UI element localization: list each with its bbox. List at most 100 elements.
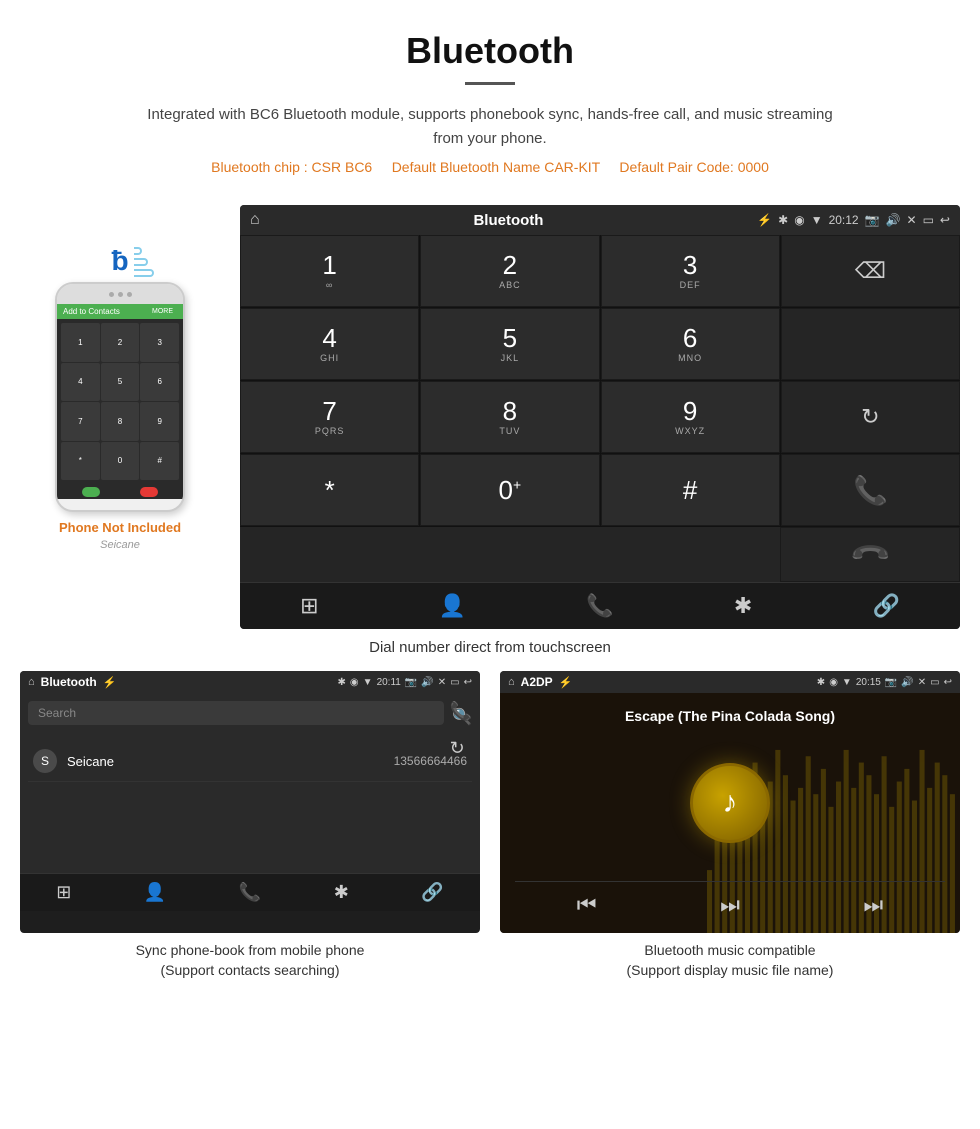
mu-time: 20:15 [856, 677, 881, 688]
phone-dialer: 1 2 3 4 5 6 7 8 9 * 0 # [57, 319, 183, 484]
pb-screen-title: Bluetooth [41, 675, 97, 689]
play-pause-button[interactable]: ⏭ [720, 892, 740, 918]
phone-screen: Add to Contacts MORE 1 2 3 4 5 6 7 8 9 *… [57, 304, 183, 499]
wave-line-2 [134, 258, 148, 266]
volume-icon: 🔊 [886, 213, 901, 227]
dialer-key: * [61, 442, 100, 481]
dialer-key-9[interactable]: 9 WXYZ [601, 381, 780, 453]
dialer-key-hash[interactable]: # [601, 454, 780, 526]
dialer-key: 3 [140, 323, 179, 362]
dialer-key-star[interactable]: * [240, 454, 419, 526]
bottom-screens: ⌂ Bluetooth ⚡ ✱ ◉ ▼ 20:11 📷 🔊 ✕ ▭ ↩ [0, 671, 980, 1005]
pb-camera-icon: 📷 [405, 677, 417, 688]
usb-icon: ⚡ [757, 213, 772, 227]
phone-screen-header: Add to Contacts MORE [57, 304, 183, 319]
dialer-key: 7 [61, 402, 100, 441]
dialer-key-5[interactable]: 5 JKL [420, 308, 599, 380]
page-description: Integrated with BC6 Bluetooth module, su… [140, 103, 840, 151]
dialer-empty-1 [781, 308, 960, 380]
dialer-refresh[interactable]: ↻ [781, 381, 960, 453]
dialer-key: 6 [140, 363, 179, 402]
music-controls: ⏮ ⏭ ⏭ [515, 881, 945, 918]
dialer-key-4[interactable]: 4 GHI [240, 308, 419, 380]
contact-row[interactable]: S Seicane 13566664466 [28, 741, 472, 782]
toolbar-grid-icon[interactable]: ⊞ [300, 593, 318, 619]
pb-bt-icon: ✱ [338, 677, 346, 688]
phone-end-button [140, 487, 158, 497]
backspace-icon: ⌫ [855, 258, 886, 284]
hangup-icon: 📞 [848, 532, 893, 577]
music-note-icon: ♪ [723, 786, 738, 820]
dialer-key: 2 [101, 323, 140, 362]
pb-back-icon[interactable]: ↩ [464, 677, 472, 688]
toolbar-bluetooth-icon[interactable]: ✱ [734, 593, 752, 619]
phonebook-caption: Sync phone-book from mobile phone (Suppo… [20, 933, 480, 985]
mu-close-icon[interactable]: ✕ [918, 677, 926, 688]
dialer-key-2[interactable]: 2 ABC [420, 235, 599, 307]
search-placeholder: Search [38, 706, 76, 720]
mu-screen-title: A2DP [521, 675, 553, 689]
spec-chip: Bluetooth chip : CSR BC6 [211, 159, 372, 175]
pb-close-icon[interactable]: ✕ [438, 677, 446, 688]
pb-statusbar-left: ⌂ Bluetooth ⚡ [28, 675, 116, 689]
dialer-backspace[interactable]: ⌫ [781, 235, 960, 307]
dialer-call-button[interactable]: 📞 [781, 454, 960, 526]
phone-side-icon[interactable]: 📞 [450, 701, 472, 722]
phone-top-bar [57, 284, 183, 304]
pb-win-icon[interactable]: ▭ [450, 677, 459, 688]
mu-home-icon[interactable]: ⌂ [508, 676, 515, 688]
mu-gps-icon: ◉ [829, 677, 838, 688]
toolbar-link-icon[interactable]: 🔗 [872, 593, 899, 619]
page-title: Bluetooth [20, 30, 960, 72]
music-statusbar: ⌂ A2DP ⚡ ✱ ◉ ▼ 20:15 📷 🔊 ✕ ▭ ↩ [500, 671, 960, 693]
pb-toolbar-bt[interactable]: ✱ [334, 882, 349, 903]
time-display: 20:12 [829, 213, 859, 227]
home-icon[interactable]: ⌂ [250, 211, 260, 229]
dialer-key-3[interactable]: 3 DEF [601, 235, 780, 307]
spec-pair: Default Pair Code: 0000 [619, 159, 768, 175]
music-body: Escape (The Pina Colada Song) ♪ [500, 693, 960, 933]
back-icon[interactable]: ↩ [940, 213, 950, 227]
refresh-side-icon[interactable]: ↻ [450, 738, 472, 759]
car-screen-main: ⌂ Bluetooth ⚡ ✱ ◉ ▼ 20:12 📷 🔊 ✕ ▭ ↩ 1 ∞ [240, 205, 960, 629]
page-header: Bluetooth Integrated with BC6 Bluetooth … [0, 0, 980, 205]
pb-toolbar-contacts[interactable]: 👤 [144, 882, 166, 903]
pb-toolbar-grid[interactable]: ⊞ [56, 882, 71, 903]
refresh-icon: ↻ [861, 404, 879, 430]
dialer-key-7[interactable]: 7 PQRS [240, 381, 419, 453]
bluetooth-signal: ƀ [111, 245, 128, 277]
phone-dot [109, 292, 114, 297]
mu-signal-icon: ▼ [842, 677, 852, 688]
bt-waves [134, 247, 154, 277]
toolbar-contacts-icon[interactable]: 👤 [439, 593, 466, 619]
dialer-key-1[interactable]: 1 ∞ [240, 235, 419, 307]
camera-icon: 📷 [865, 213, 880, 227]
bluetooth-icon: ƀ [111, 245, 128, 276]
pb-toolbar-phone[interactable]: 📞 [239, 882, 261, 903]
dialer-key-8[interactable]: 8 TUV [420, 381, 599, 453]
music-caption: Bluetooth music compatible (Support disp… [500, 933, 960, 985]
mu-back-icon[interactable]: ↩ [944, 677, 952, 688]
right-side-icons: 📞 ↻ [450, 701, 472, 759]
search-bar[interactable]: Search [28, 701, 444, 725]
next-button[interactable]: ⏭ [863, 892, 883, 918]
dialer-key: 9 [140, 402, 179, 441]
dialer-grid: 1 ∞ 2 ABC 3 DEF ⌫ 4 GHI 5 JKL [240, 235, 960, 526]
specs-line: Bluetooth chip : CSR BC6 Default Bluetoo… [20, 159, 960, 175]
pb-home-icon[interactable]: ⌂ [28, 676, 35, 688]
search-row: Search 🔍 [28, 701, 472, 733]
pb-gps-icon: ◉ [350, 677, 359, 688]
mu-statusbar-right: ✱ ◉ ▼ 20:15 📷 🔊 ✕ ▭ ↩ [817, 677, 952, 688]
pb-time: 20:11 [377, 677, 401, 688]
toolbar-phone-icon[interactable]: 📞 [586, 593, 613, 619]
contact-initial: S [33, 749, 57, 773]
window-icon[interactable]: ▭ [923, 213, 934, 227]
pb-toolbar-link[interactable]: 🔗 [421, 882, 443, 903]
prev-button[interactable]: ⏮ [577, 892, 597, 918]
dialer-key-0[interactable]: 0+ [420, 454, 599, 526]
dialer-hangup-button[interactable]: 📞 [780, 527, 960, 582]
mu-win-icon[interactable]: ▭ [930, 677, 939, 688]
dialer-key-6[interactable]: 6 MNO [601, 308, 780, 380]
phonebook-statusbar: ⌂ Bluetooth ⚡ ✱ ◉ ▼ 20:11 📷 🔊 ✕ ▭ ↩ [20, 671, 480, 693]
close-icon[interactable]: ✕ [907, 213, 917, 227]
